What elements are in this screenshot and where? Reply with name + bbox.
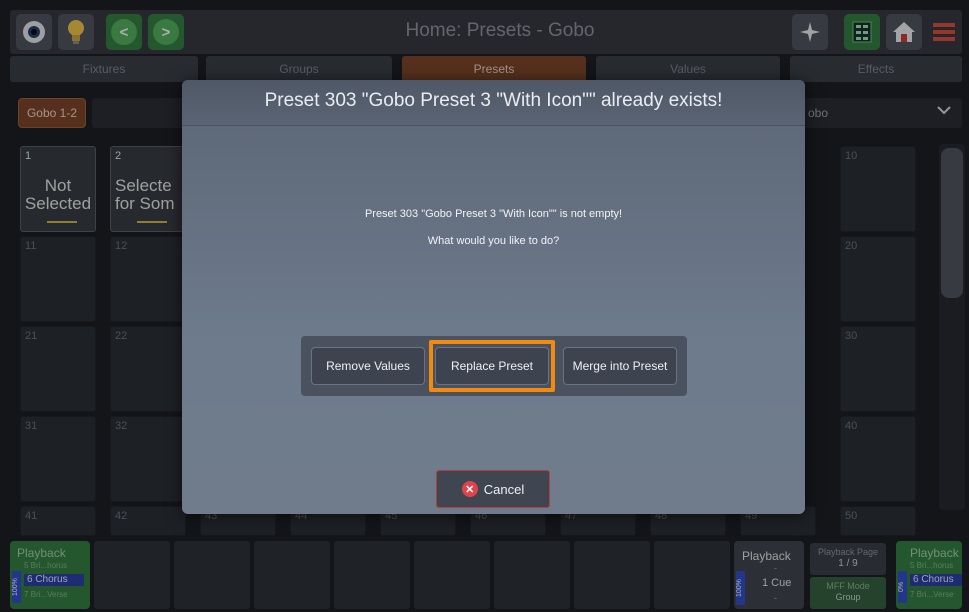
dialog-header: Preset 303 "Gobo Preset 3 "With Icon"" a… <box>182 80 805 126</box>
close-icon: ✕ <box>461 481 478 497</box>
preset-exists-dialog: Preset 303 "Gobo Preset 3 "With Icon"" a… <box>182 80 805 514</box>
merge-into-preset-button[interactable]: Merge into Preset <box>563 347 677 385</box>
remove-values-button[interactable]: Remove Values <box>311 347 425 385</box>
dialog-actions: Remove Values Replace Preset Merge into … <box>301 336 687 396</box>
dialog-question: What would you like to do? <box>427 235 560 247</box>
dialog-title: Preset 303 "Gobo Preset 3 "With Icon"" a… <box>264 90 723 111</box>
dialog-message: Preset 303 "Gobo Preset 3 "With Icon"" i… <box>364 208 623 220</box>
replace-preset-button[interactable]: Replace Preset <box>435 347 549 385</box>
cancel-label: Cancel <box>483 481 525 497</box>
cancel-button[interactable]: ✕ Cancel <box>436 470 550 508</box>
